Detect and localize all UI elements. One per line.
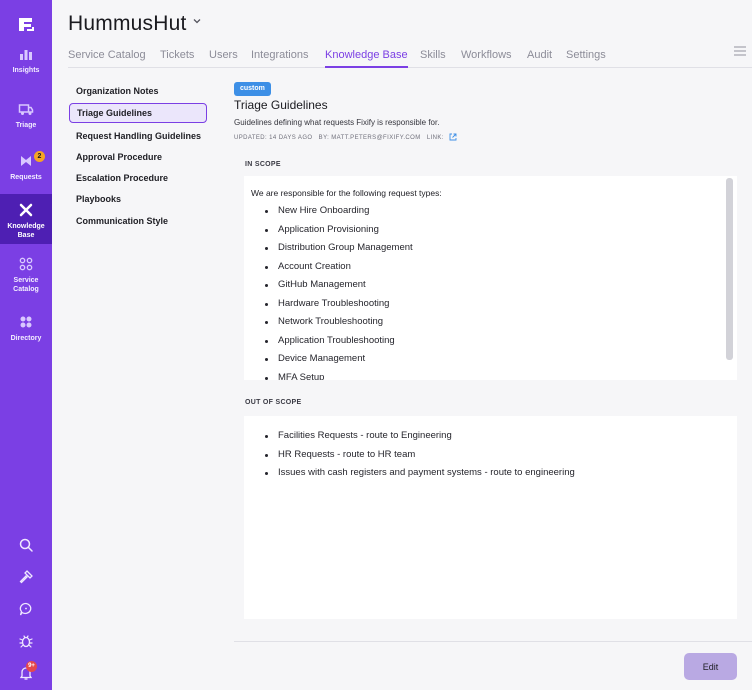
subnav-request-handling-guidelines[interactable]: Request Handling Guidelines bbox=[69, 126, 207, 146]
book-icon bbox=[19, 203, 33, 217]
chat-icon[interactable] bbox=[18, 601, 34, 617]
tab-audit[interactable]: Audit bbox=[527, 49, 552, 68]
list-item: Issues with cash registers and payment s… bbox=[265, 464, 575, 483]
chevron-down-icon[interactable] bbox=[192, 16, 202, 26]
list-item: Network Troubleshooting bbox=[265, 313, 413, 332]
list-item: MFA Setup bbox=[265, 369, 413, 380]
meta-author: BY: MATT.PETERS@FIXIFY.COM bbox=[318, 135, 421, 141]
rail-label: Directory bbox=[10, 335, 42, 342]
fixify-logo-icon[interactable] bbox=[16, 14, 36, 34]
catalog-icon bbox=[19, 257, 33, 271]
list-item: Device Management bbox=[265, 350, 413, 369]
document-meta: UPDATED: 14 DAYS AGO BY: MATT.PETERS@FIX… bbox=[234, 133, 457, 141]
list-item: Application Provisioning bbox=[265, 221, 413, 240]
truck-icon bbox=[18, 104, 34, 115]
out-of-scope-list: Facilities Requests - route to Engineeri… bbox=[265, 427, 575, 483]
requests-icon bbox=[21, 156, 31, 166]
rail-item-service-catalog[interactable]: Service Catalog bbox=[0, 256, 52, 294]
list-item: Facilities Requests - route to Engineeri… bbox=[265, 427, 575, 446]
meta-updated: UPDATED: 14 DAYS AGO bbox=[234, 135, 313, 141]
bug-icon[interactable] bbox=[18, 633, 34, 649]
list-item: Account Creation bbox=[265, 258, 413, 277]
in-scope-label: IN SCOPE bbox=[245, 161, 281, 168]
custom-tag-badge: custom bbox=[234, 82, 271, 96]
subnav-approval-procedure[interactable]: Approval Procedure bbox=[69, 147, 207, 167]
subnav-communication-style[interactable]: Communication Style bbox=[69, 211, 207, 231]
rail-item-requests[interactable]: 2 Requests bbox=[0, 151, 52, 185]
in-scope-list: New Hire Onboarding Application Provisio… bbox=[265, 202, 413, 380]
hamburger-menu-icon[interactable] bbox=[733, 45, 747, 57]
subnav-organization-notes[interactable]: Organization Notes bbox=[69, 81, 207, 101]
subnav-playbooks[interactable]: Playbooks bbox=[69, 189, 207, 209]
list-item: New Hire Onboarding bbox=[265, 202, 413, 221]
rail-label: Knowledge Base bbox=[7, 223, 45, 239]
notification-count-badge: 9+ bbox=[26, 661, 37, 672]
subnav-triage-guidelines[interactable]: Triage Guidelines bbox=[69, 103, 207, 123]
tab-skills[interactable]: Skills bbox=[420, 49, 446, 68]
document-title: Triage Guidelines bbox=[234, 98, 328, 112]
list-item: HR Requests - route to HR team bbox=[265, 446, 575, 465]
out-of-scope-label: OUT OF SCOPE bbox=[245, 399, 302, 406]
list-item: Application Troubleshooting bbox=[265, 332, 413, 351]
tab-settings[interactable]: Settings bbox=[566, 49, 606, 68]
footer-divider bbox=[234, 641, 752, 642]
list-item: Distribution Group Management bbox=[265, 239, 413, 258]
meta-link-label: LINK: bbox=[426, 135, 444, 141]
tab-service-catalog[interactable]: Service Catalog bbox=[68, 49, 146, 68]
tab-integrations[interactable]: Integrations bbox=[251, 49, 308, 68]
subnav-escalation-procedure[interactable]: Escalation Procedure bbox=[69, 168, 207, 188]
external-link-icon[interactable] bbox=[449, 133, 457, 141]
rail-item-triage[interactable]: Triage bbox=[0, 101, 52, 133]
bar-chart-icon bbox=[20, 50, 32, 60]
search-icon[interactable] bbox=[18, 537, 34, 553]
list-item: GitHub Management bbox=[265, 276, 413, 295]
requests-count-badge: 2 bbox=[34, 151, 45, 162]
notifications-button[interactable]: 9+ bbox=[18, 661, 37, 681]
in-scope-intro: We are responsible for the following req… bbox=[251, 188, 442, 198]
rail-label: Requests bbox=[10, 174, 42, 181]
in-scope-scrollbar[interactable] bbox=[726, 178, 733, 360]
main-tabs: Service Catalog Tickets Users Integratio… bbox=[68, 49, 752, 68]
app-sidebar: Insights Triage 2 Requests Knowledge Bas… bbox=[0, 0, 52, 690]
rail-label: Triage bbox=[15, 122, 37, 129]
directory-icon bbox=[20, 316, 32, 328]
rail-label: Insights bbox=[12, 67, 40, 74]
tab-users[interactable]: Users bbox=[209, 49, 238, 68]
tab-tickets[interactable]: Tickets bbox=[160, 49, 194, 68]
workspace-title[interactable]: HummusHut bbox=[68, 12, 187, 36]
hammer-icon[interactable] bbox=[18, 569, 34, 585]
rail-item-insights[interactable]: Insights bbox=[0, 46, 52, 78]
list-item: Hardware Troubleshooting bbox=[265, 295, 413, 314]
tab-knowledge-base[interactable]: Knowledge Base bbox=[325, 49, 408, 68]
in-scope-panel[interactable]: We are responsible for the following req… bbox=[244, 176, 737, 380]
tab-workflows[interactable]: Workflows bbox=[461, 49, 512, 68]
rail-label: Service Catalog bbox=[13, 277, 39, 293]
out-of-scope-panel[interactable]: Facilities Requests - route to Engineeri… bbox=[244, 416, 737, 619]
rail-item-knowledge-base[interactable]: Knowledge Base bbox=[0, 194, 52, 244]
rail-item-directory[interactable]: Directory bbox=[0, 314, 52, 344]
document-description: Guidelines defining what requests Fixify… bbox=[234, 118, 440, 127]
edit-button[interactable]: Edit bbox=[684, 653, 737, 680]
